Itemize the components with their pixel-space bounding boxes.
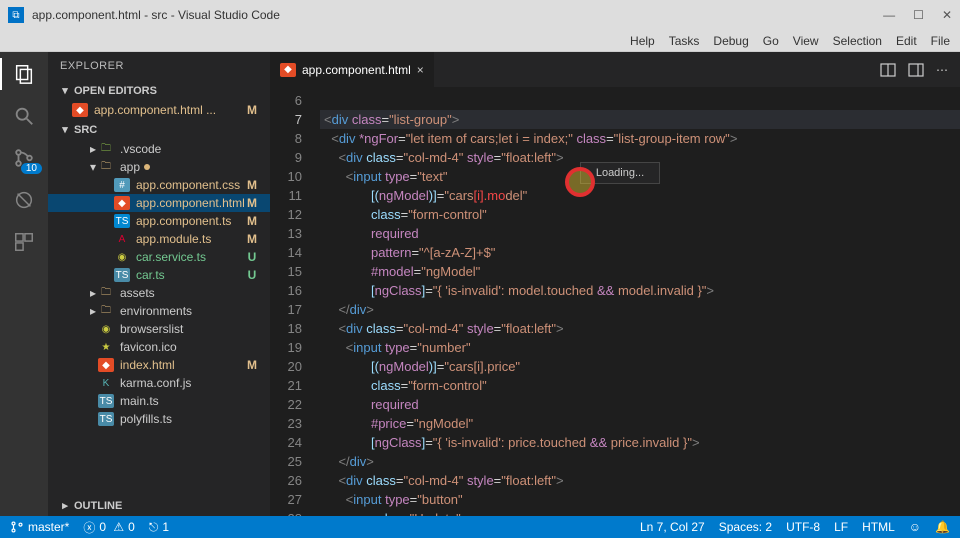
star-icon: ★ (98, 340, 114, 354)
hover-popup: Loading... (580, 162, 660, 184)
tree-item-environments[interactable]: ▸🗀environments (48, 302, 270, 320)
tree-item-assets[interactable]: ▸🗀assets (48, 284, 270, 302)
tree-item-app-component-ts[interactable]: TSapp.component.tsM (48, 212, 270, 230)
tree-item-app-component-html[interactable]: ◆app.component.htmlM (48, 194, 270, 212)
scm-icon[interactable]: 10 (12, 146, 36, 170)
html-icon: ◆ (114, 196, 130, 210)
sidebar: EXPLORER ▾OPEN EDITORS ◆ app.component.h… (48, 52, 270, 516)
titlebar: ⧉ app.component.html - src - Visual Stud… (0, 0, 960, 30)
menu-view[interactable]: View (793, 34, 819, 48)
menu-edit[interactable]: Edit (896, 34, 917, 48)
more-actions-icon[interactable]: ⋯ (936, 63, 948, 77)
ts-icon: TS (114, 214, 130, 228)
open-editors-section[interactable]: ▾OPEN EDITORS (48, 80, 270, 101)
gutter: 6789101112131415161718192021222324252627… (270, 87, 320, 516)
window-title: app.component.html - src - Visual Studio… (32, 8, 883, 22)
extensions-icon[interactable] (12, 230, 36, 254)
feedback-icon[interactable]: ☺ (909, 520, 921, 534)
menu-file[interactable]: File (931, 34, 950, 48)
yellow-icon: ◉ (114, 250, 130, 264)
explorer-icon[interactable] (12, 62, 36, 86)
vscode-icon: ⧉ (8, 7, 24, 23)
ang-icon: A (114, 232, 130, 246)
branch-indicator[interactable]: master* (10, 520, 69, 534)
yellow-icon: ◉ (98, 322, 114, 336)
minimize-button[interactable]: — (883, 8, 895, 22)
code-content[interactable]: <div class="list-group"> <div *ngFor="le… (320, 87, 960, 516)
tab-label: app.component.html (302, 63, 411, 77)
chevron-right-icon: ▸ (88, 142, 98, 156)
chevron-down-icon: ▾ (88, 160, 98, 174)
menu-tasks[interactable]: Tasks (669, 34, 700, 48)
html-icon: ◆ (98, 358, 114, 372)
chevron-right-icon: ▸ (88, 304, 98, 318)
editor-layout-icon[interactable] (908, 62, 924, 78)
notifications-icon[interactable]: 🔔 (935, 520, 950, 534)
tab-close-icon[interactable]: × (417, 63, 424, 77)
tab-app-component-html[interactable]: ◆ app.component.html × (270, 52, 435, 87)
menu-help[interactable]: Help (630, 34, 655, 48)
tree-item--vscode[interactable]: ▸🗀.vscode (48, 140, 270, 158)
menubar: Help Tasks Debug Go View Selection Edit … (0, 30, 960, 52)
status-bar: master* ⓧ 0 ⚠ 0 ⎋ 1 Ln 7, Col 27 Spaces:… (0, 516, 960, 538)
tree-item-car-ts[interactable]: TScar.tsU (48, 266, 270, 284)
menu-go[interactable]: Go (763, 34, 779, 48)
close-button[interactable]: ✕ (942, 8, 952, 22)
tree-item-polyfills-ts[interactable]: TSpolyfills.ts (48, 410, 270, 428)
css-icon: # (114, 178, 130, 192)
tab-bar: ◆ app.component.html × ⋯ (270, 52, 960, 87)
open-editor-item[interactable]: ◆ app.component.html ... M (48, 101, 270, 119)
tree-item-browserslist[interactable]: ◉browserslist (48, 320, 270, 338)
encoding-indicator[interactable]: UTF-8 (786, 520, 820, 534)
folder-icon: 🗀 (98, 286, 114, 300)
folder-icon: 🗀 (98, 160, 114, 174)
html-icon: ◆ (280, 63, 296, 77)
html-icon: ◆ (72, 103, 88, 117)
tree-item-karma-conf-js[interactable]: Kkarma.conf.js (48, 374, 270, 392)
ports-indicator[interactable]: ⎋ 1 (149, 520, 169, 535)
ts2-icon: TS (114, 268, 130, 282)
tree-item-app-component-css[interactable]: #app.component.cssM (48, 176, 270, 194)
editor-group: ◆ app.component.html × ⋯ 678910111213141… (270, 52, 960, 516)
folder-icon: 🗀 (98, 304, 114, 318)
tree-item-favicon-ico[interactable]: ★favicon.ico (48, 338, 270, 356)
tree-item-index-html[interactable]: ◆index.htmlM (48, 356, 270, 374)
outline-section[interactable]: ▸OUTLINE (48, 495, 270, 516)
menu-selection[interactable]: Selection (833, 34, 882, 48)
tree-item-app[interactable]: ▾🗀app (48, 158, 270, 176)
language-indicator[interactable]: HTML (862, 520, 895, 534)
tree-item-app-module-ts[interactable]: Aapp.module.tsM (48, 230, 270, 248)
debug-icon[interactable] (12, 188, 36, 212)
ts2-icon: TS (98, 412, 114, 426)
explorer-title: EXPLORER (48, 52, 270, 80)
tree-item-car-service-ts[interactable]: ◉car.service.tsU (48, 248, 270, 266)
search-icon[interactable] (12, 104, 36, 128)
chevron-right-icon: ▸ (88, 286, 98, 300)
cursor-position[interactable]: Ln 7, Col 27 (640, 520, 705, 534)
src-section[interactable]: ▾SRC (48, 119, 270, 140)
split-editor-icon[interactable] (880, 62, 896, 78)
indent-indicator[interactable]: Spaces: 2 (719, 520, 772, 534)
folder-green-icon: 🗀 (98, 142, 114, 156)
eol-indicator[interactable]: LF (834, 520, 848, 534)
karma-icon: K (98, 376, 114, 390)
menu-debug[interactable]: Debug (713, 34, 748, 48)
code-editor[interactable]: 6789101112131415161718192021222324252627… (270, 87, 960, 516)
file-tree: ▸🗀.vscode▾🗀app#app.component.cssM◆app.co… (48, 140, 270, 495)
maximize-button[interactable]: ☐ (913, 8, 924, 22)
ts2-icon: TS (98, 394, 114, 408)
scm-badge: 10 (21, 163, 42, 174)
activity-bar: 10 (0, 52, 48, 516)
problems-indicator[interactable]: ⓧ 0 ⚠ 0 (83, 519, 134, 536)
tree-item-main-ts[interactable]: TSmain.ts (48, 392, 270, 410)
